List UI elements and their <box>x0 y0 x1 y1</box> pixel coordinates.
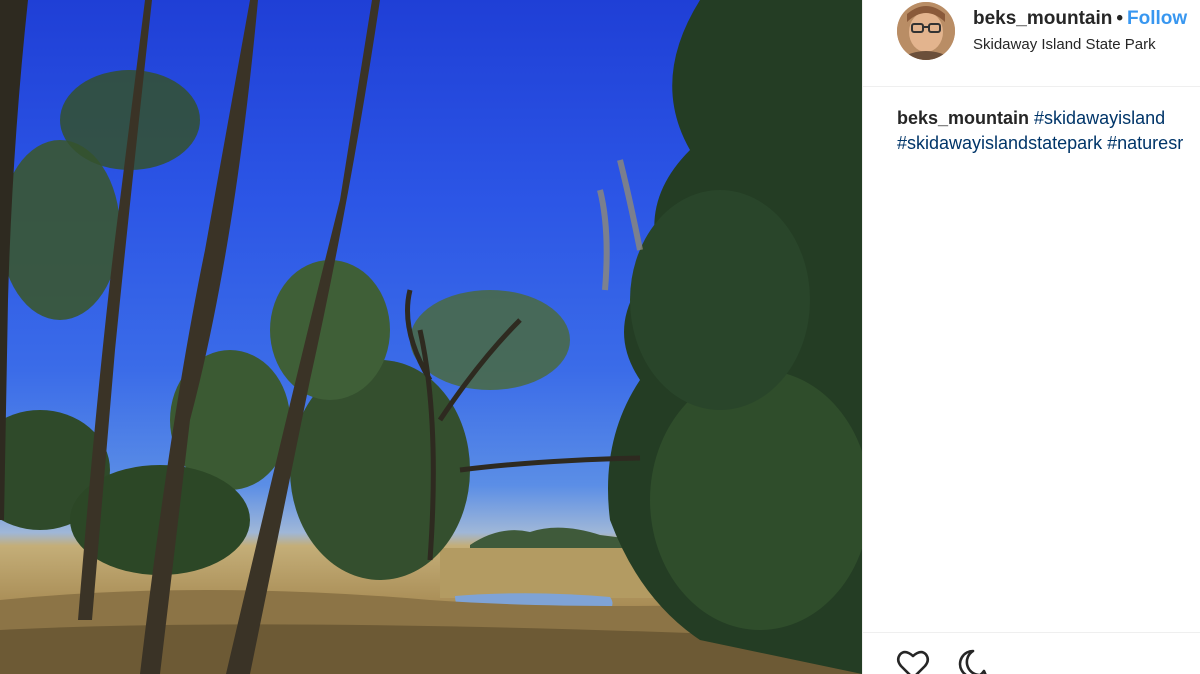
post-header: beks_mountain • Follow Skidaway Island Sta… <box>863 0 1200 87</box>
post-side-panel: beks_mountain • Follow Skidaway Island Sta… <box>862 0 1200 674</box>
caption-username[interactable]: beks_mountain <box>897 108 1029 128</box>
hashtag-link[interactable]: #naturesr <box>1107 133 1183 153</box>
username-row: beks_mountain • Follow <box>973 8 1187 30</box>
landscape-photo-illustration <box>0 0 862 674</box>
hashtag-link[interactable]: #skidawayisland <box>1034 108 1165 128</box>
post-caption: beks_mountain #skidawayisland #skidawayi… <box>897 106 1200 156</box>
post-photo[interactable] <box>0 0 862 674</box>
separator-dot: • <box>1116 8 1124 29</box>
avatar[interactable] <box>897 2 955 60</box>
action-bar <box>863 632 1200 674</box>
comment-icon[interactable] <box>955 647 991 674</box>
location-link[interactable]: Skidaway Island State Park <box>973 36 1156 53</box>
profile-photo-icon <box>897 2 955 60</box>
follow-button[interactable]: Follow <box>1127 8 1187 29</box>
username-link[interactable]: beks_mountain <box>973 8 1112 29</box>
hashtag-link[interactable]: #skidawayislandstatepark <box>897 133 1102 153</box>
instagram-post: beks_mountain • Follow Skidaway Island Sta… <box>0 0 1200 674</box>
heart-icon[interactable] <box>895 647 931 674</box>
